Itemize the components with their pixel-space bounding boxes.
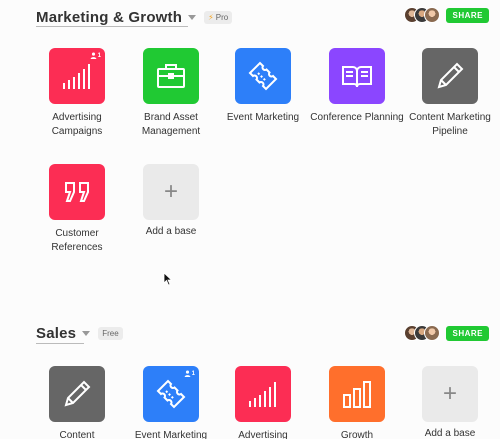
- pencil-icon: [64, 380, 91, 407]
- plan-badge: Free: [98, 326, 123, 340]
- collaborator-avatars[interactable]: [404, 7, 441, 23]
- workspace-title[interactable]: Sales: [36, 325, 76, 342]
- workspace-title[interactable]: Marketing & Growth: [36, 9, 182, 26]
- base-tile[interactable]: [235, 48, 291, 104]
- chevron-down-icon[interactable]: [82, 330, 91, 336]
- base-name: Content Marketing Pipeline: [409, 112, 491, 137]
- base-name: Advertising Campaigns: [51, 112, 103, 137]
- base-tile[interactable]: [49, 164, 105, 220]
- base-tile[interactable]: [235, 366, 291, 422]
- workspace-title-underline: [36, 343, 84, 344]
- base-name: Event Marketing: [134, 430, 208, 439]
- base-customer-references[interactable]: Customer References: [30, 164, 124, 255]
- base-advertising-campaigns[interactable]: 1 Advertising Campaigns: [30, 48, 124, 139]
- base-name: Customer References: [51, 228, 103, 253]
- base-name: Conference Planning: [310, 112, 404, 123]
- bar-chart-outline-icon: [343, 381, 371, 408]
- plan-label: Free: [102, 328, 119, 338]
- base-name: Event Marketing: [226, 112, 300, 123]
- collaborator-avatars[interactable]: [404, 325, 441, 341]
- avatar: [424, 7, 441, 23]
- bolt-icon: ⚡: [208, 12, 214, 22]
- base-event-marketing-sales[interactable]: 1 Event Marketing: [124, 366, 218, 439]
- add-base-tile[interactable]: +: [143, 164, 199, 220]
- collaborator-count: 1: [191, 370, 195, 377]
- ticket-icon: [156, 379, 186, 409]
- base-name: Brand Asset Management: [141, 112, 201, 137]
- base-advertising[interactable]: Advertising: [216, 366, 310, 439]
- base-tile[interactable]: [143, 48, 199, 104]
- base-tile[interactable]: [49, 366, 105, 422]
- base-name: Content: [59, 430, 95, 439]
- book-icon: [342, 66, 372, 88]
- plus-icon: +: [163, 178, 178, 205]
- add-base-tile[interactable]: +: [422, 366, 478, 422]
- share-button[interactable]: SHARE: [446, 7, 489, 23]
- collaborator-badge: 1: [184, 370, 195, 377]
- mouse-cursor-icon: [163, 272, 173, 286]
- plan-label: Pro: [215, 12, 229, 22]
- base-brand-asset-management[interactable]: Brand Asset Management: [124, 48, 218, 139]
- add-base-button[interactable]: + Add a base: [403, 366, 497, 439]
- briefcase-icon: [157, 64, 185, 88]
- avatar: [424, 325, 441, 341]
- collaborator-count: 1: [97, 52, 101, 59]
- base-name: Growth: [340, 430, 374, 439]
- base-tile[interactable]: 1: [143, 366, 199, 422]
- base-growth[interactable]: Growth: [310, 366, 404, 439]
- base-event-marketing[interactable]: Event Marketing: [216, 48, 310, 125]
- collaborator-badge: 1: [90, 52, 101, 59]
- user-icon: [90, 52, 96, 59]
- base-conference-planning[interactable]: Conference Planning: [310, 48, 404, 125]
- workspace-actions: SHARE: [404, 325, 489, 341]
- base-tile[interactable]: [422, 48, 478, 104]
- base-content-marketing-pipeline[interactable]: Content Marketing Pipeline: [403, 48, 497, 139]
- base-name: Advertising: [238, 430, 288, 439]
- workspace-title-underline: [36, 26, 188, 27]
- ticket-icon: [248, 61, 278, 91]
- add-base-button[interactable]: + Add a base: [124, 164, 218, 239]
- bar-chart-icon: [249, 382, 276, 407]
- base-tile[interactable]: [329, 48, 385, 104]
- quote-icon: [65, 182, 89, 202]
- share-button[interactable]: SHARE: [446, 325, 489, 341]
- plus-icon: +: [442, 380, 457, 407]
- pencil-icon: [437, 62, 464, 89]
- add-base-label: Add a base: [424, 428, 476, 439]
- workspace-actions: SHARE: [404, 7, 489, 23]
- bar-chart-icon: [63, 64, 90, 89]
- base-tile[interactable]: [329, 366, 385, 422]
- chevron-down-icon[interactable]: [188, 14, 197, 20]
- user-icon: [184, 370, 190, 377]
- add-base-label: Add a base: [145, 226, 197, 237]
- base-content[interactable]: Content: [30, 366, 124, 439]
- workspace-header-sales: Sales Free: [36, 321, 123, 345]
- plan-badge: ⚡ Pro: [204, 10, 233, 24]
- base-tile[interactable]: 1: [49, 48, 105, 104]
